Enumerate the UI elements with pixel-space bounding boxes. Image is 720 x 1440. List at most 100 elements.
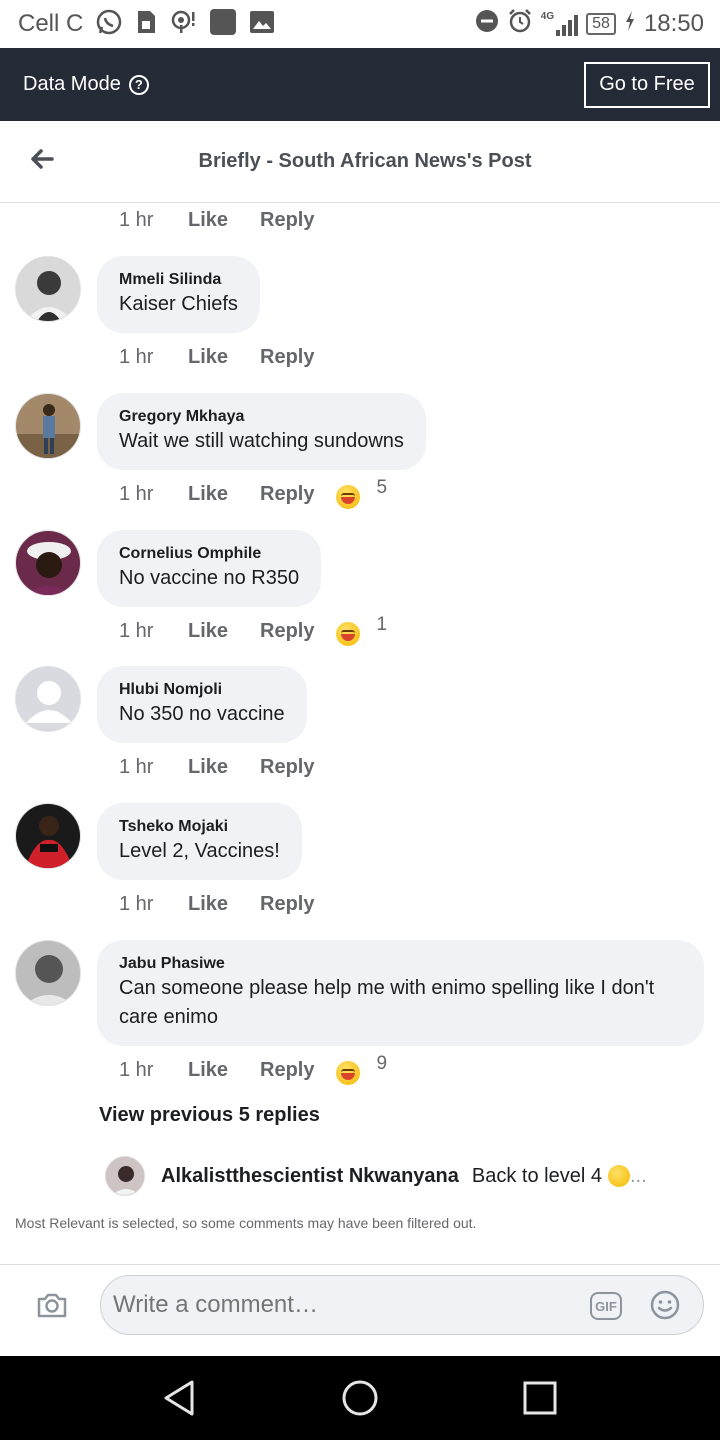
carrier-label: Cell C: [18, 10, 84, 37]
like-button[interactable]: Like: [188, 893, 260, 916]
comment-time: 1 hr: [119, 482, 154, 505]
comment-actions: 1 hr Like Reply: [119, 889, 314, 919]
reply-preview-text: Back to level 4: [471, 1164, 602, 1187]
comment-actions: 1 hr Like Reply: [119, 342, 314, 372]
do-not-disturb-icon: [475, 9, 499, 40]
comment-text: Can someone please help me with enimo sp…: [119, 977, 655, 1028]
like-button[interactable]: Like: [188, 483, 260, 506]
sim-card-icon: [135, 9, 157, 40]
reply-button[interactable]: Reply: [260, 893, 314, 916]
comment-bubble: Jabu Phasiwe Can someone please help me …: [97, 940, 704, 1046]
comment-bubble: Gregory Mkhaya Wait we still watching su…: [97, 393, 426, 470]
reaction-summary[interactable]: 9: [336, 1053, 388, 1085]
comment-text: Wait we still watching sundowns: [119, 430, 404, 452]
data-mode-bar: Data Mode ? Go to Free: [0, 48, 720, 121]
comment-actions: 1 hr Like Reply: [119, 752, 314, 782]
reaction-count: 9: [376, 1053, 388, 1074]
battery-indicator: 58: [586, 13, 616, 35]
gallery-icon: [249, 9, 275, 40]
comment-time: 1 hr: [119, 1058, 154, 1081]
commenter-name[interactable]: Cornelius Omphile: [119, 544, 299, 564]
reaction-count: 1: [376, 614, 388, 635]
comment-actions: 1 hr Like Reply: [119, 205, 314, 235]
emoji-icon[interactable]: [649, 1289, 681, 1321]
comment-time: 1 hr: [119, 345, 154, 368]
commenter-name[interactable]: Hlubi Nomjoli: [119, 680, 285, 700]
comment-text: No 350 no vaccine: [119, 703, 285, 725]
avatar[interactable]: [15, 393, 81, 459]
comment-time: 1 hr: [119, 208, 154, 231]
haha-reaction-icon: [336, 1061, 361, 1085]
commenter-name[interactable]: Jabu Phasiwe: [119, 954, 682, 974]
like-button[interactable]: Like: [188, 620, 260, 643]
signal-icon: 4G: [540, 11, 579, 36]
comment-text: Level 2, Vaccines!: [119, 840, 280, 862]
gif-button[interactable]: GIF: [590, 1292, 622, 1320]
alarm-icon: [507, 8, 533, 41]
reaction-count: 5: [376, 477, 388, 498]
avatar[interactable]: [15, 666, 81, 732]
view-previous-replies-link[interactable]: View previous 5 replies: [99, 1104, 320, 1127]
like-button[interactable]: Like: [188, 1059, 260, 1082]
commenter-name[interactable]: Mmeli Silinda: [119, 270, 238, 290]
comment-bubble: Tsheko Mojaki Level 2, Vaccines!: [97, 803, 302, 880]
comment-composer: GIF: [0, 1264, 720, 1356]
comment-actions: 1 hr Like Reply 5: [119, 477, 388, 509]
charging-icon: [624, 10, 636, 39]
reply-preview-ellipsis: ...: [629, 1164, 647, 1187]
reply-button[interactable]: Reply: [260, 346, 314, 369]
reply-author-name[interactable]: Alkalistthescientist Nkwanyana: [161, 1165, 459, 1188]
reaction-summary[interactable]: 5: [336, 477, 388, 509]
reply-button[interactable]: Reply: [260, 756, 314, 779]
reaction-summary[interactable]: 1: [336, 614, 388, 646]
comment-bubble: Mmeli Silinda Kaiser Chiefs: [97, 256, 260, 333]
commenter-name[interactable]: Tsheko Mojaki: [119, 817, 280, 837]
comment-text: Kaiser Chiefs: [119, 293, 238, 315]
reply-button[interactable]: Reply: [260, 1059, 314, 1082]
nav-back-icon[interactable]: [160, 1378, 200, 1418]
reply-button[interactable]: Reply: [260, 620, 314, 643]
clock-time: 18:50: [643, 10, 704, 37]
help-icon[interactable]: ?: [128, 74, 149, 95]
whatsapp-icon: [95, 8, 123, 41]
comment-text: No vaccine no R350: [119, 567, 300, 589]
haha-reaction-icon: [336, 485, 361, 509]
comments-list: 1 hr Like Reply Mmeli Silinda Kaiser Chi…: [0, 204, 720, 1264]
reply-button[interactable]: Reply: [260, 209, 314, 232]
comment-time: 1 hr: [119, 892, 154, 915]
avatar[interactable]: [105, 1156, 145, 1196]
camera-icon[interactable]: [36, 1289, 68, 1321]
data-mode-info[interactable]: Data Mode ?: [23, 73, 149, 96]
back-arrow-icon[interactable]: [28, 145, 56, 173]
comment-actions: 1 hr Like Reply 9: [119, 1053, 388, 1085]
comment-time: 1 hr: [119, 619, 154, 642]
reply-preview[interactable]: Alkalistthescientist Nkwanyana Back to l…: [105, 1156, 647, 1196]
haha-reaction-icon: [336, 622, 361, 646]
avatar[interactable]: [15, 530, 81, 596]
post-header: Briefly - South African News's Post: [0, 121, 720, 203]
status-bar: Cell C 4G 58 18:50: [0, 0, 720, 48]
like-button[interactable]: Like: [188, 756, 260, 779]
reply-button[interactable]: Reply: [260, 483, 314, 506]
network-type-label: 4G: [540, 11, 555, 22]
nav-home-icon[interactable]: [340, 1378, 380, 1418]
avatar[interactable]: [15, 256, 81, 322]
data-mode-label: Data Mode: [23, 73, 121, 95]
system-navigation-bar: [0, 1356, 720, 1440]
laughing-emoji-icon: [607, 1165, 630, 1187]
avatar[interactable]: [15, 940, 81, 1006]
avatar[interactable]: [15, 803, 81, 869]
go-to-free-button[interactable]: Go to Free: [584, 61, 710, 108]
page-title: Briefly - South African News's Post: [198, 149, 532, 172]
comment-time: 1 hr: [119, 755, 154, 778]
like-button[interactable]: Like: [188, 346, 260, 369]
app-notification-icon: [209, 8, 237, 41]
comment-actions: 1 hr Like Reply 1: [119, 614, 388, 646]
nav-recent-apps-icon[interactable]: [520, 1378, 560, 1418]
filter-notice: Most Relevant is selected, so some comme…: [15, 1215, 477, 1231]
hotspot-icon: [169, 9, 197, 40]
commenter-name[interactable]: Gregory Mkhaya: [119, 407, 404, 427]
like-button[interactable]: Like: [188, 209, 260, 232]
comment-bubble: Cornelius Omphile No vaccine no R350: [97, 530, 322, 607]
comment-bubble: Hlubi Nomjoli No 350 no vaccine: [97, 666, 307, 743]
